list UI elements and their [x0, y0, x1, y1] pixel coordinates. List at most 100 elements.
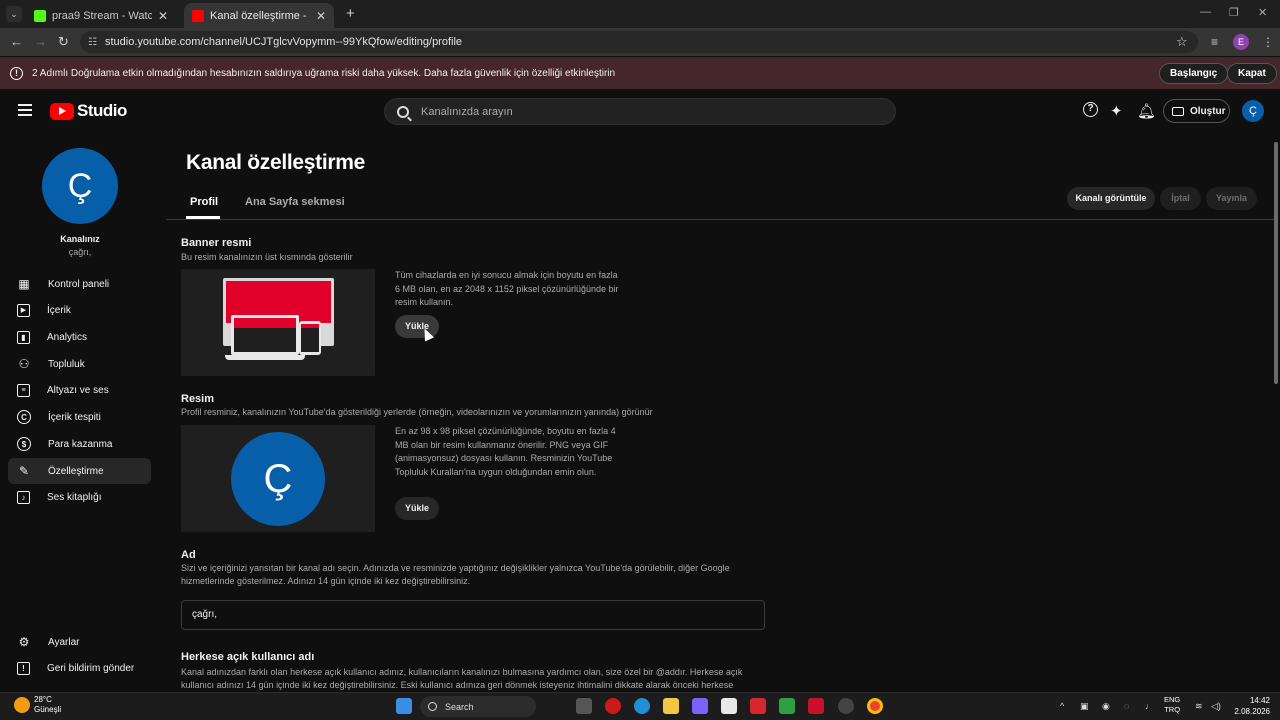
account-avatar[interactable]: Ç	[1242, 100, 1264, 122]
sidebar-item-label: Ses kitaplığı	[47, 491, 102, 503]
volume-icon[interactable]: ◁)	[1211, 701, 1221, 712]
task-view-icon[interactable]	[576, 698, 592, 714]
tray-shield-icon[interactable]: ◉	[1102, 701, 1110, 712]
channel-avatar[interactable]: Ç	[42, 148, 118, 224]
publish-button[interactable]: Yayınla	[1206, 187, 1257, 210]
sidebar-item-feedback[interactable]: ! Geri bildirim gönder	[8, 655, 151, 681]
close-icon[interactable]: ✕	[316, 9, 326, 23]
windows-start-icon[interactable]	[396, 698, 412, 714]
tab-home[interactable]: Ana Sayfa sekmesi	[245, 196, 345, 208]
help-icon[interactable]: ?	[1083, 102, 1098, 117]
create-video-icon	[1172, 106, 1184, 116]
copilot-icon[interactable]	[692, 698, 708, 714]
tab-title: Kanal özelleştirme - YouTube St	[210, 9, 310, 22]
steam-icon[interactable]	[838, 698, 854, 714]
media-controls-icon[interactable]: ≡	[1211, 35, 1218, 49]
taskbar-search[interactable]: Search	[420, 696, 536, 717]
sidebar-item-subtitles[interactable]: ≡ Altyazı ve ses	[8, 377, 151, 403]
create-button[interactable]: Oluştur	[1163, 99, 1230, 123]
hamburger-menu-icon[interactable]	[18, 104, 32, 116]
chrome-icon[interactable]	[867, 698, 883, 714]
xbox-icon[interactable]	[779, 698, 795, 714]
sidebar-item-label: İçerik	[47, 304, 71, 316]
browser-tab-studio[interactable]: Kanal özelleştirme - YouTube St ✕	[184, 3, 334, 28]
sidebar-item-analytics[interactable]: ▮ Analytics	[8, 324, 151, 350]
subtitles-icon: ≡	[17, 383, 30, 397]
reload-icon[interactable]: ↻	[58, 34, 69, 50]
channel-name-input[interactable]: çağrı,	[181, 600, 765, 630]
tab-profile[interactable]: Profil	[190, 196, 218, 208]
weather-sun-icon[interactable]	[14, 697, 30, 713]
tray-app-icon[interactable]: ▣	[1080, 701, 1089, 712]
weather-widget[interactable]: 28°C Güneşli	[34, 695, 61, 715]
sidebar-item-dashboard[interactable]: ▦ Kontrol paneli	[8, 271, 151, 297]
sidebar-item-customization[interactable]: ✎ Özelleştirme	[8, 458, 151, 484]
tab-search-button[interactable]: ⌄	[6, 6, 22, 22]
sidebar-item-monetization[interactable]: $ Para kazanma	[8, 431, 151, 457]
store-icon[interactable]	[721, 698, 737, 714]
weather-temp: 28°C	[34, 695, 52, 704]
language-indicator[interactable]: ENG TRQ	[1164, 695, 1180, 715]
browser-profile-avatar[interactable]: E	[1233, 34, 1249, 50]
banner-section-title: Banner resmi	[181, 237, 252, 249]
profile-picture-avatar: Ç	[231, 432, 325, 526]
kick-favicon-icon	[34, 9, 46, 22]
warning-close-button[interactable]: Kapat	[1227, 63, 1277, 84]
opera-icon[interactable]	[605, 698, 621, 714]
cancel-button[interactable]: İptal	[1160, 187, 1201, 210]
search-input[interactable]	[421, 105, 821, 118]
youtube-play-icon	[50, 102, 74, 120]
site-info-icon[interactable]: ☷	[88, 37, 97, 48]
browser-tab-kick[interactable]: praa9 Stream - Watch Live on K ✕	[26, 3, 176, 28]
tray-chevron-icon[interactable]: ^	[1060, 701, 1064, 711]
file-explorer-icon[interactable]	[663, 698, 679, 714]
close-icon[interactable]: ✕	[158, 9, 168, 23]
laptop-icon	[231, 315, 299, 355]
url-bar[interactable]: ☷ studio.youtube.com/channel/UCJTglcvVop…	[80, 31, 1198, 53]
youtube-studio-logo[interactable]: Studio	[50, 101, 127, 121]
community-icon: ⚇	[18, 357, 30, 371]
sidebar-item-label: Para kazanma	[48, 438, 113, 450]
wifi-icon[interactable]: ≋	[1195, 701, 1203, 712]
sidebar-item-content[interactable]: ▶ İçerik	[8, 297, 151, 323]
edge-icon[interactable]	[634, 698, 650, 714]
page-scrollbar[interactable]	[1274, 142, 1278, 384]
sidebar-item-audio-library[interactable]: ♪ Ses kitaplığı	[8, 484, 151, 510]
microphone-icon[interactable]: ♩	[1145, 701, 1154, 711]
warning-icon: !	[10, 66, 23, 80]
customization-icon: ✎	[18, 464, 30, 478]
forward-icon[interactable]: →	[34, 34, 47, 49]
sidebar-item-label: Geri bildirim gönder	[47, 662, 135, 674]
view-channel-button[interactable]: Kanalı görüntüle	[1067, 187, 1155, 210]
sidebar-item-community[interactable]: ⚇ Topluluk	[8, 351, 151, 377]
tray-network-app-icon[interactable]: ◌	[1124, 701, 1129, 711]
back-icon[interactable]: ←	[10, 34, 23, 49]
search-icon	[397, 105, 409, 118]
warning-start-button[interactable]: Başlangıç	[1159, 63, 1229, 84]
taskbar-clock[interactable]: 14:42 2.08.2026	[1230, 695, 1270, 717]
sidebar-item-label: Analytics	[47, 331, 88, 343]
banner-preview	[181, 269, 375, 376]
studio-sparkle-icon[interactable]: ✦	[1110, 102, 1123, 120]
restore-icon[interactable]: ❐	[1229, 6, 1239, 19]
window-close-icon[interactable]: ✕	[1258, 6, 1267, 19]
banner-hint-text: Tüm cihazlarda en iyi sonucu almak için …	[395, 270, 619, 307]
browser-menu-icon[interactable]: ⋮	[1262, 35, 1274, 49]
url-text: studio.youtube.com/channel/UCJTglcvVopym…	[104, 36, 463, 48]
new-tab-button[interactable]: +	[346, 5, 355, 22]
bookmark-star-icon[interactable]: ☆	[1176, 34, 1188, 50]
notifications-bell-icon[interactable]: 🔔︎	[1137, 102, 1156, 120]
sidebar-item-copyright[interactable]: C İçerik tespiti	[8, 404, 151, 430]
clock-date: 2.08.2026	[1234, 707, 1270, 716]
channel-search[interactable]	[384, 98, 896, 125]
minimize-icon[interactable]: —	[1200, 6, 1211, 18]
youtube-favicon-icon	[192, 9, 204, 22]
wps-icon[interactable]	[750, 698, 766, 714]
picture-upload-button[interactable]: Yükle	[395, 497, 439, 520]
page-title: Kanal özelleştirme	[186, 151, 366, 174]
picture-preview: Ç	[181, 425, 375, 532]
handle-section-title: Herkese açık kullanıcı adı	[181, 651, 315, 663]
tablet-icon	[299, 321, 321, 355]
red-app-icon[interactable]	[808, 698, 824, 714]
sidebar-item-settings[interactable]: ⚙ Ayarlar	[8, 629, 151, 655]
